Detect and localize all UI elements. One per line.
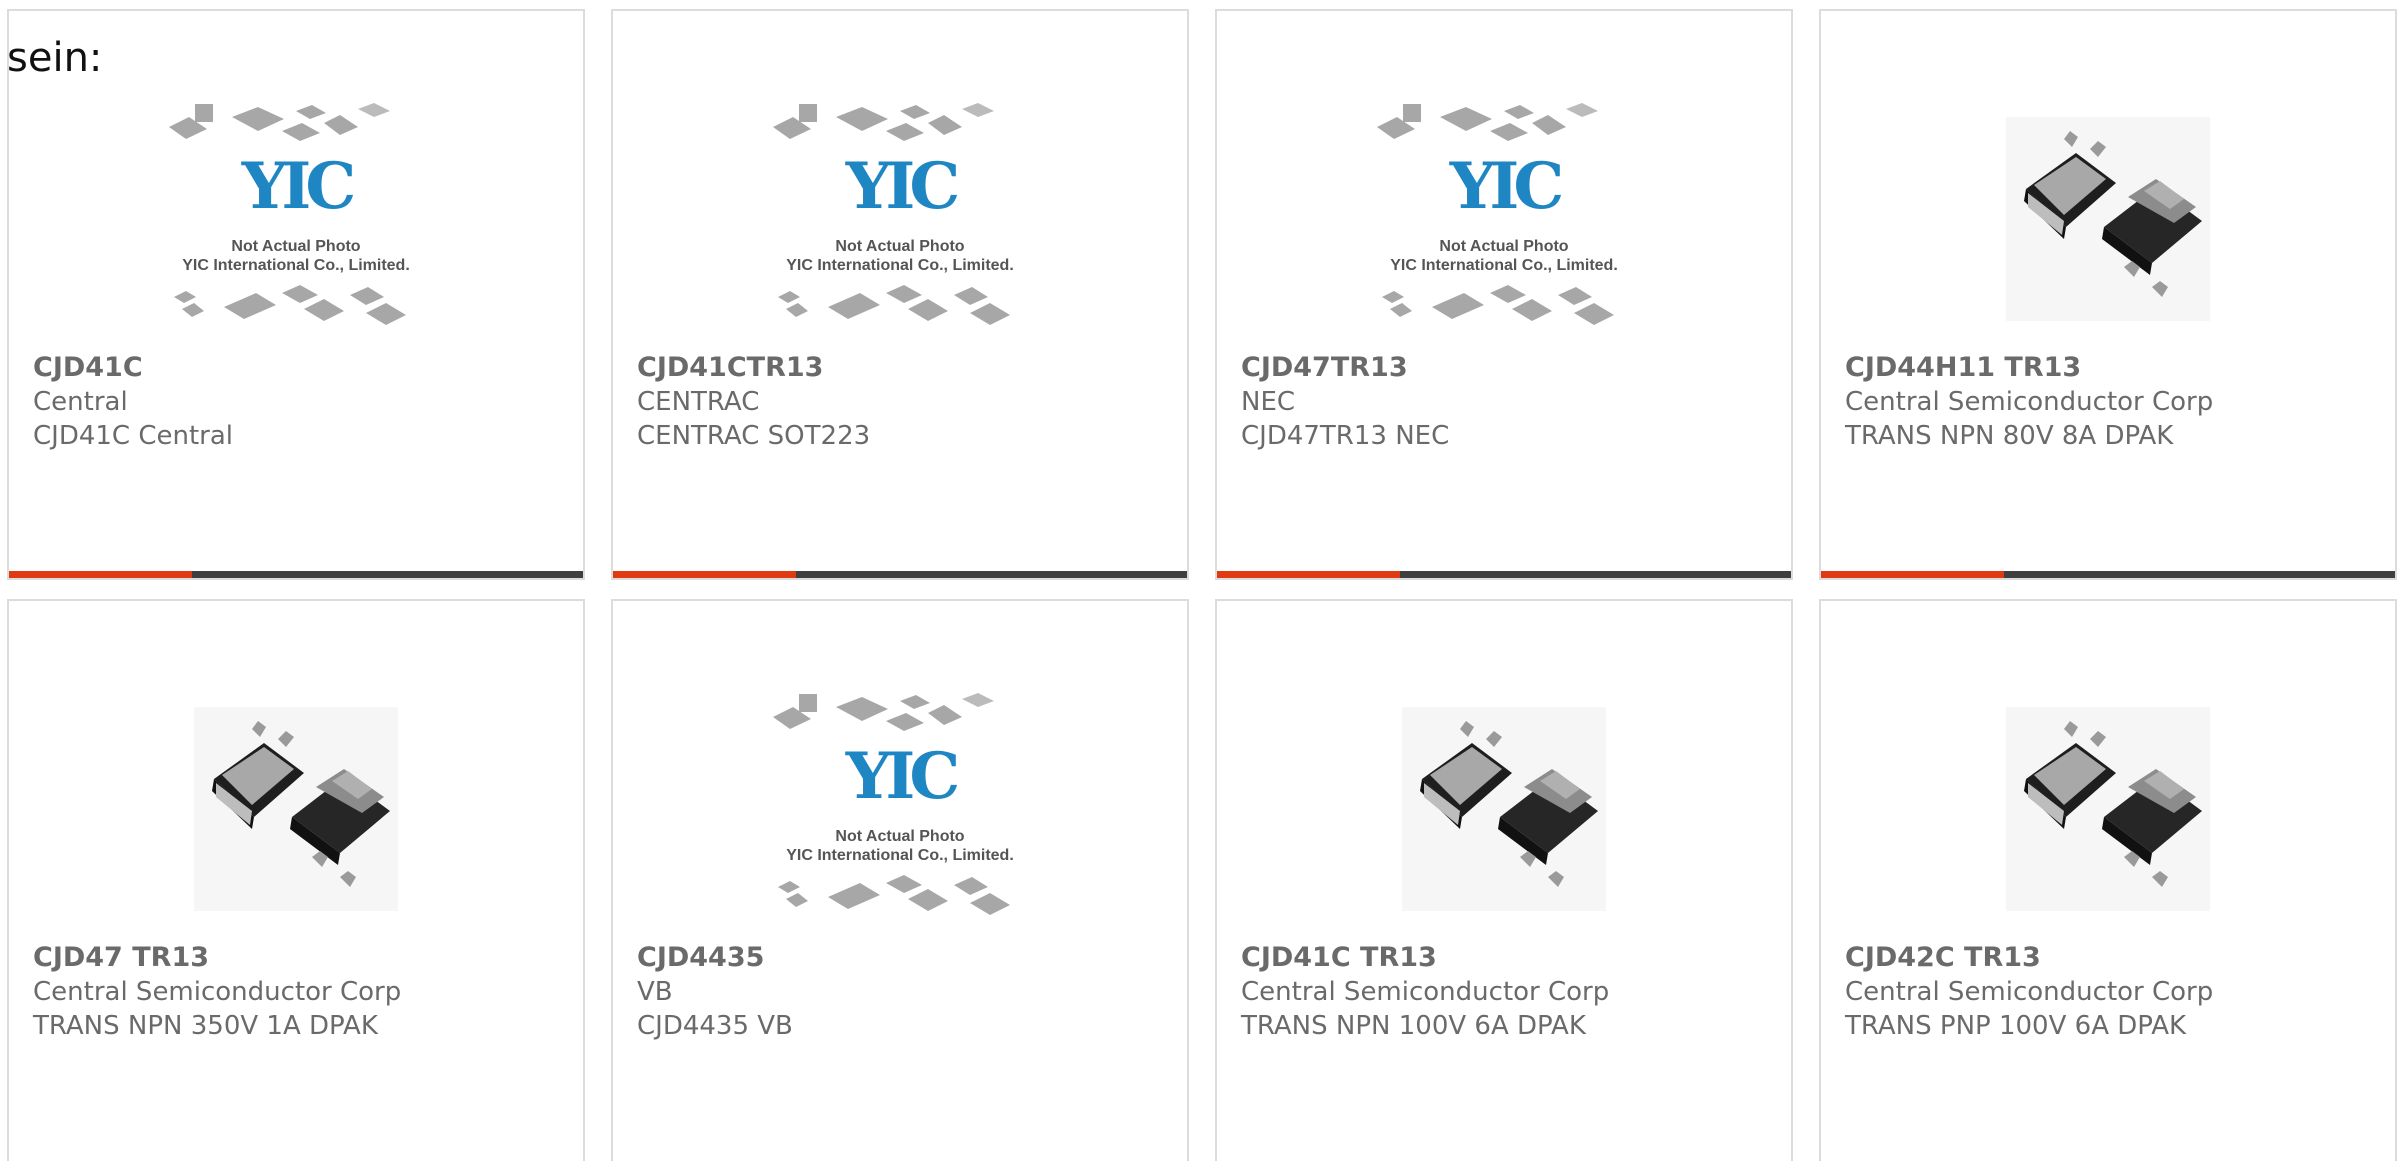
caption-line-1: Not Actual Photo	[835, 238, 965, 255]
product-info: CJD47TR13 NEC CJD47TR13 NEC	[1241, 351, 1781, 453]
product-card[interactable]: YIC Not Actual Photo YIC International C…	[611, 599, 1189, 1161]
card-accent-segment	[9, 571, 192, 578]
manufacturer: Central Semiconductor Corp	[1845, 387, 2214, 417]
description: TRANS NPN 350V 1A DPAK	[33, 1011, 378, 1041]
description: TRANS PNP 100V 6A DPAK	[1845, 1011, 2187, 1041]
part-number[interactable]: CJD41CTR13	[637, 351, 1177, 385]
card-accent-segment	[613, 571, 796, 578]
part-number[interactable]: CJD41C	[33, 351, 573, 385]
product-grid-page: sein: YIC Not Actual Photo YIC Internati…	[0, 0, 2404, 1161]
caption-line-2: YIC International Co., Limited.	[786, 257, 1014, 274]
product-image[interactable]	[1217, 679, 1791, 939]
yic-placeholder-image: YIC Not Actual Photo YIC International C…	[768, 99, 1032, 339]
placeholder-caption: Not Actual Photo YIC International Co., …	[1372, 237, 1636, 275]
product-info: CJD41C Central CJD41C Central	[33, 351, 573, 453]
product-card[interactable]: YIC Not Actual Photo YIC International C…	[7, 9, 585, 580]
card-accent-segment	[1821, 571, 2004, 578]
intro-text: sein:	[7, 35, 103, 81]
product-card[interactable]: CJD42C TR13 Central Semiconductor Corp T…	[1819, 599, 2397, 1161]
product-card[interactable]: YIC Not Actual Photo YIC International C…	[1215, 9, 1793, 580]
description: TRANS NPN 80V 8A DPAK	[1845, 421, 2174, 451]
dpak-illustration	[212, 721, 390, 887]
manufacturer: VB	[637, 977, 673, 1007]
product-image[interactable]	[1821, 89, 2395, 349]
product-card[interactable]: CJD41C TR13 Central Semiconductor Corp T…	[1215, 599, 1793, 1161]
caption-line-2: YIC International Co., Limited.	[182, 257, 410, 274]
caption-line-2: YIC International Co., Limited.	[1390, 257, 1618, 274]
placeholder-caption: Not Actual Photo YIC International Co., …	[164, 237, 428, 275]
caption-line-2: YIC International Co., Limited.	[786, 847, 1014, 864]
yic-placeholder-image: YIC Not Actual Photo YIC International C…	[1372, 99, 1636, 339]
part-number[interactable]: CJD47 TR13	[33, 941, 573, 975]
yic-placeholder-image: YIC Not Actual Photo YIC International C…	[164, 99, 428, 339]
part-number[interactable]: CJD42C TR13	[1845, 941, 2385, 975]
product-grid: YIC Not Actual Photo YIC International C…	[0, 0, 2404, 1161]
yic-placeholder-image: YIC Not Actual Photo YIC International C…	[768, 689, 1032, 929]
product-info: CJD44H11 TR13 Central Semiconductor Corp…	[1845, 351, 2385, 453]
description: CJD4435 VB	[637, 1011, 793, 1041]
part-number[interactable]: CJD47TR13	[1241, 351, 1781, 385]
dpak-package-image	[1402, 707, 1606, 911]
description: CJD41C Central	[33, 421, 234, 451]
product-info: CJD41CTR13 CENTRAC CENTRAC SOT223	[637, 351, 1177, 453]
product-info: CJD42C TR13 Central Semiconductor Corp T…	[1845, 941, 2385, 1043]
product-image[interactable]: YIC Not Actual Photo YIC International C…	[9, 89, 583, 349]
yic-logo: YIC	[241, 149, 357, 224]
part-number[interactable]: CJD41C TR13	[1241, 941, 1781, 975]
part-number[interactable]: CJD44H11 TR13	[1845, 351, 2385, 385]
dpak-illustration	[2024, 131, 2202, 297]
description: CENTRAC SOT223	[637, 421, 871, 451]
description: TRANS NPN 100V 6A DPAK	[1241, 1011, 1586, 1041]
caption-line-1: Not Actual Photo	[1439, 238, 1569, 255]
placeholder-caption: Not Actual Photo YIC International Co., …	[768, 827, 1032, 865]
description: CJD47TR13 NEC	[1241, 421, 1450, 451]
dpak-illustration	[1420, 721, 1598, 887]
manufacturer: NEC	[1241, 387, 1296, 417]
dpak-illustration	[2024, 721, 2202, 887]
product-image[interactable]	[9, 679, 583, 939]
card-accent-segment	[1217, 571, 1400, 578]
dpak-package-image	[194, 707, 398, 911]
card-accent-bar	[1821, 571, 2395, 578]
product-image[interactable]: YIC Not Actual Photo YIC International C…	[1217, 89, 1791, 349]
dpak-package-image	[2006, 707, 2210, 911]
manufacturer: Central	[33, 387, 128, 417]
manufacturer: Central Semiconductor Corp	[1845, 977, 2214, 1007]
placeholder-caption: Not Actual Photo YIC International Co., …	[768, 237, 1032, 275]
part-number[interactable]: CJD4435	[637, 941, 1177, 975]
caption-line-1: Not Actual Photo	[231, 238, 361, 255]
card-accent-bar	[613, 571, 1187, 578]
dpak-package-image	[2006, 117, 2210, 321]
product-card[interactable]: CJD47 TR13 Central Semiconductor Corp TR…	[7, 599, 585, 1161]
product-image[interactable]: YIC Not Actual Photo YIC International C…	[613, 679, 1187, 939]
card-accent-bar	[9, 571, 583, 578]
product-card[interactable]: YIC Not Actual Photo YIC International C…	[611, 9, 1189, 580]
product-info: CJD41C TR13 Central Semiconductor Corp T…	[1241, 941, 1781, 1043]
yic-logo: YIC	[1449, 149, 1565, 224]
product-image[interactable]: YIC Not Actual Photo YIC International C…	[613, 89, 1187, 349]
yic-logo: YIC	[845, 149, 961, 224]
product-card[interactable]: CJD44H11 TR13 Central Semiconductor Corp…	[1819, 9, 2397, 580]
card-accent-bar	[1217, 571, 1791, 578]
product-image[interactable]	[1821, 679, 2395, 939]
caption-line-1: Not Actual Photo	[835, 828, 965, 845]
yic-logo: YIC	[845, 739, 961, 814]
manufacturer: CENTRAC	[637, 387, 760, 417]
product-info: CJD4435 VB CJD4435 VB	[637, 941, 1177, 1043]
product-info: CJD47 TR13 Central Semiconductor Corp TR…	[33, 941, 573, 1043]
manufacturer: Central Semiconductor Corp	[1241, 977, 1610, 1007]
manufacturer: Central Semiconductor Corp	[33, 977, 402, 1007]
